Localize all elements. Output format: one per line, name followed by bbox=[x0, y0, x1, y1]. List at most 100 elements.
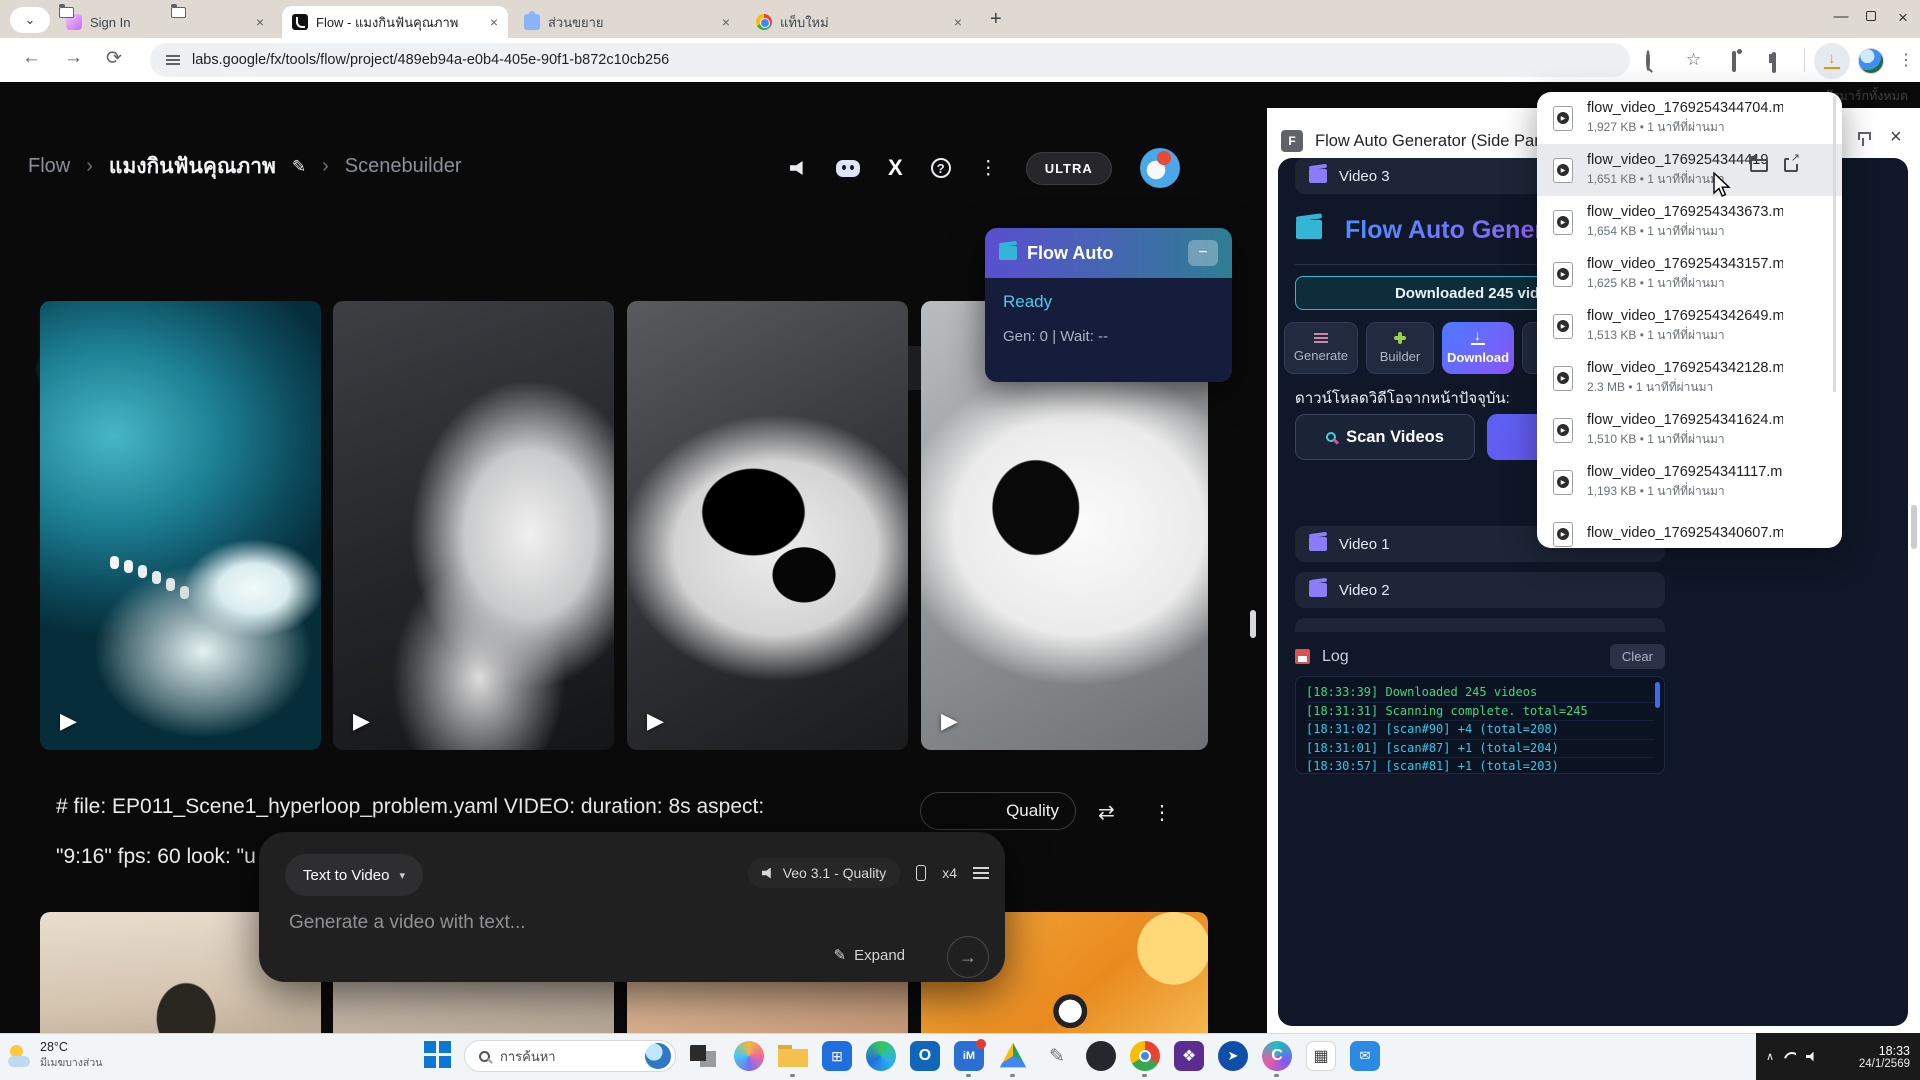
volume-icon[interactable] bbox=[1806, 1052, 1816, 1062]
page-scrollbar-thumb[interactable] bbox=[1250, 610, 1256, 638]
dropdown-scrollbar[interactable] bbox=[1833, 96, 1836, 392]
show-in-folder-icon[interactable] bbox=[1750, 159, 1768, 172]
downloads-icon[interactable] bbox=[1814, 43, 1850, 79]
tab-close-icon[interactable]: × bbox=[256, 14, 264, 30]
browser-tab-extensions[interactable]: ส่วนขยาย × bbox=[514, 6, 740, 38]
ultra-badge[interactable]: ULTRA bbox=[1026, 152, 1112, 185]
generate-arrow-button[interactable]: → bbox=[947, 936, 989, 978]
extensions-icon[interactable] bbox=[1732, 53, 1736, 71]
download-item[interactable]: ▶ flow_video_1769254341117.mp4 1,193 KB … bbox=[1537, 456, 1842, 508]
breadcrumb-flow[interactable]: Flow bbox=[28, 155, 70, 178]
dark-app-icon[interactable] bbox=[1086, 1041, 1116, 1071]
new-tab-button[interactable]: + bbox=[990, 8, 1002, 31]
canva-icon[interactable]: C bbox=[1262, 1041, 1292, 1071]
edge-icon[interactable] bbox=[866, 1041, 896, 1071]
browser-tab-sign-in[interactable]: Sign In × bbox=[56, 6, 274, 38]
download-item[interactable]: ▶ flow_video_1769254342649.mp4 1,513 KB … bbox=[1537, 300, 1842, 352]
taskbar-search[interactable]: การค้นหา bbox=[464, 1040, 676, 1072]
download-item[interactable]: ▶ flow_video_1769254344419 1,651 KB • 1 … bbox=[1537, 144, 1842, 196]
taskbar-weather-widget[interactable]: 28°C มีเมฆบางส่วน bbox=[8, 1040, 102, 1071]
caption-kebab-icon[interactable]: ⋮ bbox=[1152, 800, 1172, 825]
help-icon[interactable]: ? bbox=[931, 158, 951, 178]
account-avatar[interactable] bbox=[1140, 148, 1180, 188]
expand-button[interactable]: ✎ Expand bbox=[834, 946, 905, 964]
play-icon[interactable]: ▶ bbox=[647, 708, 664, 734]
reload-icon[interactable]: ⟳ bbox=[106, 47, 122, 70]
window-minimize-button[interactable]: — bbox=[1826, 8, 1856, 25]
log-clear-button[interactable]: Clear bbox=[1610, 644, 1665, 669]
quality-button[interactable]: Quality bbox=[920, 792, 1076, 830]
chrome-taskbar-icon[interactable] bbox=[1130, 1041, 1160, 1071]
breadcrumb-project-name[interactable]: แมงกินฟันคุณภาพ bbox=[109, 150, 276, 183]
pin-icon[interactable] bbox=[1856, 132, 1870, 146]
video-list-item-partial[interactable] bbox=[1295, 618, 1665, 632]
download-item[interactable]: ▶ flow_video_1769254342128.mp4 2.3 MB • … bbox=[1537, 352, 1842, 404]
breadcrumb-scenebuilder[interactable]: Scenebuilder bbox=[345, 155, 462, 178]
site-settings-icon[interactable] bbox=[166, 54, 180, 66]
zoom-icon[interactable] bbox=[1646, 52, 1650, 70]
log-scrollbar-thumb[interactable] bbox=[1655, 682, 1660, 708]
pen-app-icon[interactable]: ✎ bbox=[1042, 1041, 1072, 1071]
download-item[interactable]: ▶ flow_video_1769254341624.mp4 1,510 KB … bbox=[1537, 404, 1842, 456]
download-item[interactable]: ▶ flow_video_1769254343157.mp4 1,625 KB … bbox=[1537, 248, 1842, 300]
tray-chevron-up-icon[interactable]: ∧ bbox=[1766, 1050, 1774, 1063]
taskbar-clock[interactable]: 18:33 24/1/2569 bbox=[1859, 1044, 1910, 1070]
photos-app-icon[interactable]: ❖ bbox=[1174, 1041, 1204, 1071]
scan-videos-button[interactable]: Scan Videos bbox=[1295, 414, 1475, 460]
side-panel-icon[interactable] bbox=[1772, 54, 1776, 72]
tab-close-icon[interactable]: × bbox=[954, 14, 962, 30]
window-maximize-button[interactable] bbox=[1856, 8, 1886, 25]
minimize-button[interactable]: − bbox=[1188, 240, 1218, 266]
mode-selector[interactable]: Text to Video ▾ bbox=[285, 854, 423, 896]
back-icon[interactable]: ← bbox=[22, 47, 41, 69]
tab-close-icon[interactable]: × bbox=[490, 14, 498, 30]
video-thumbnail-2[interactable]: ▶ bbox=[333, 301, 614, 750]
window-close-button[interactable]: × bbox=[1888, 8, 1918, 28]
file-explorer-icon[interactable] bbox=[778, 1041, 808, 1071]
browser-profile-avatar[interactable] bbox=[1858, 48, 1884, 74]
browser-tab-new-tab[interactable]: แท็บใหม่ × bbox=[746, 6, 972, 38]
prompt-input[interactable]: Generate a video with text... bbox=[289, 912, 526, 934]
download-item[interactable]: ▶ flow_video_1769254343673.mp4 1,654 KB … bbox=[1537, 196, 1842, 248]
tab-download[interactable]: Download bbox=[1442, 322, 1514, 374]
tab-builder[interactable]: Builder bbox=[1366, 322, 1434, 374]
flow-auto-overlay-header[interactable]: Flow Auto − bbox=[985, 228, 1232, 278]
download-item[interactable]: ▶ flow_video_1769254344704.mp4 1,927 KB … bbox=[1537, 92, 1842, 144]
discord-icon[interactable] bbox=[836, 160, 860, 177]
compass-app-icon[interactable]: ➤ bbox=[1218, 1041, 1248, 1071]
network-icon[interactable] bbox=[1784, 1052, 1796, 1061]
sound-icon[interactable] bbox=[790, 161, 808, 175]
calculator-icon[interactable]: ▦ bbox=[1306, 1041, 1336, 1071]
tune-settings-icon[interactable] bbox=[973, 866, 989, 880]
play-icon[interactable]: ▶ bbox=[941, 708, 958, 734]
tab-generate[interactable]: Generate bbox=[1284, 322, 1358, 374]
side-panel-scrollbar-thumb[interactable] bbox=[1911, 505, 1917, 549]
video-thumbnail-1[interactable]: ▶ bbox=[40, 301, 321, 750]
tab-close-icon[interactable]: × bbox=[722, 14, 730, 30]
download-item[interactable]: ▶ flow_video_1769254340607.mp4 bbox=[1537, 508, 1842, 548]
play-icon[interactable]: ▶ bbox=[60, 708, 77, 734]
bookmark-star-icon[interactable]: ☆ bbox=[1686, 50, 1701, 70]
x-twitter-icon[interactable]: X bbox=[888, 155, 903, 181]
mail-app-icon[interactable]: ✉ bbox=[1350, 1041, 1380, 1071]
output-count[interactable]: x4 bbox=[942, 865, 957, 881]
microsoft-store-icon[interactable]: ⊞ bbox=[822, 1041, 852, 1071]
page-kebab-icon[interactable]: ⋮ bbox=[979, 157, 998, 180]
browser-tab-flow[interactable]: Flow - แมงกินฟันคุณภาพ × bbox=[282, 6, 508, 38]
open-in-new-icon[interactable] bbox=[1784, 158, 1798, 172]
outlook-icon[interactable]: O bbox=[910, 1041, 940, 1071]
edit-pencil-icon[interactable]: ✎ bbox=[292, 157, 306, 177]
video-list-item[interactable]: Video 2 bbox=[1295, 572, 1665, 608]
model-selector[interactable]: Veo 3.1 - Quality bbox=[748, 858, 901, 888]
reorder-icon[interactable]: ⇄ bbox=[1098, 800, 1115, 825]
tab-search-chevron-button[interactable]: ⌄ bbox=[10, 7, 50, 33]
start-button[interactable] bbox=[424, 1041, 452, 1069]
copilot-icon[interactable] bbox=[734, 1041, 764, 1071]
task-view-icon[interactable] bbox=[690, 1041, 720, 1071]
play-icon[interactable]: ▶ bbox=[353, 708, 370, 734]
address-bar[interactable]: labs.google/fx/tools/flow/project/489eb9… bbox=[150, 43, 1630, 77]
video-thumbnail-3[interactable]: ▶ bbox=[627, 301, 908, 750]
browser-menu-kebab-icon[interactable]: ⋮ bbox=[1898, 50, 1914, 70]
aspect-phone-icon[interactable] bbox=[916, 865, 926, 881]
forward-icon[interactable]: → bbox=[64, 47, 83, 69]
